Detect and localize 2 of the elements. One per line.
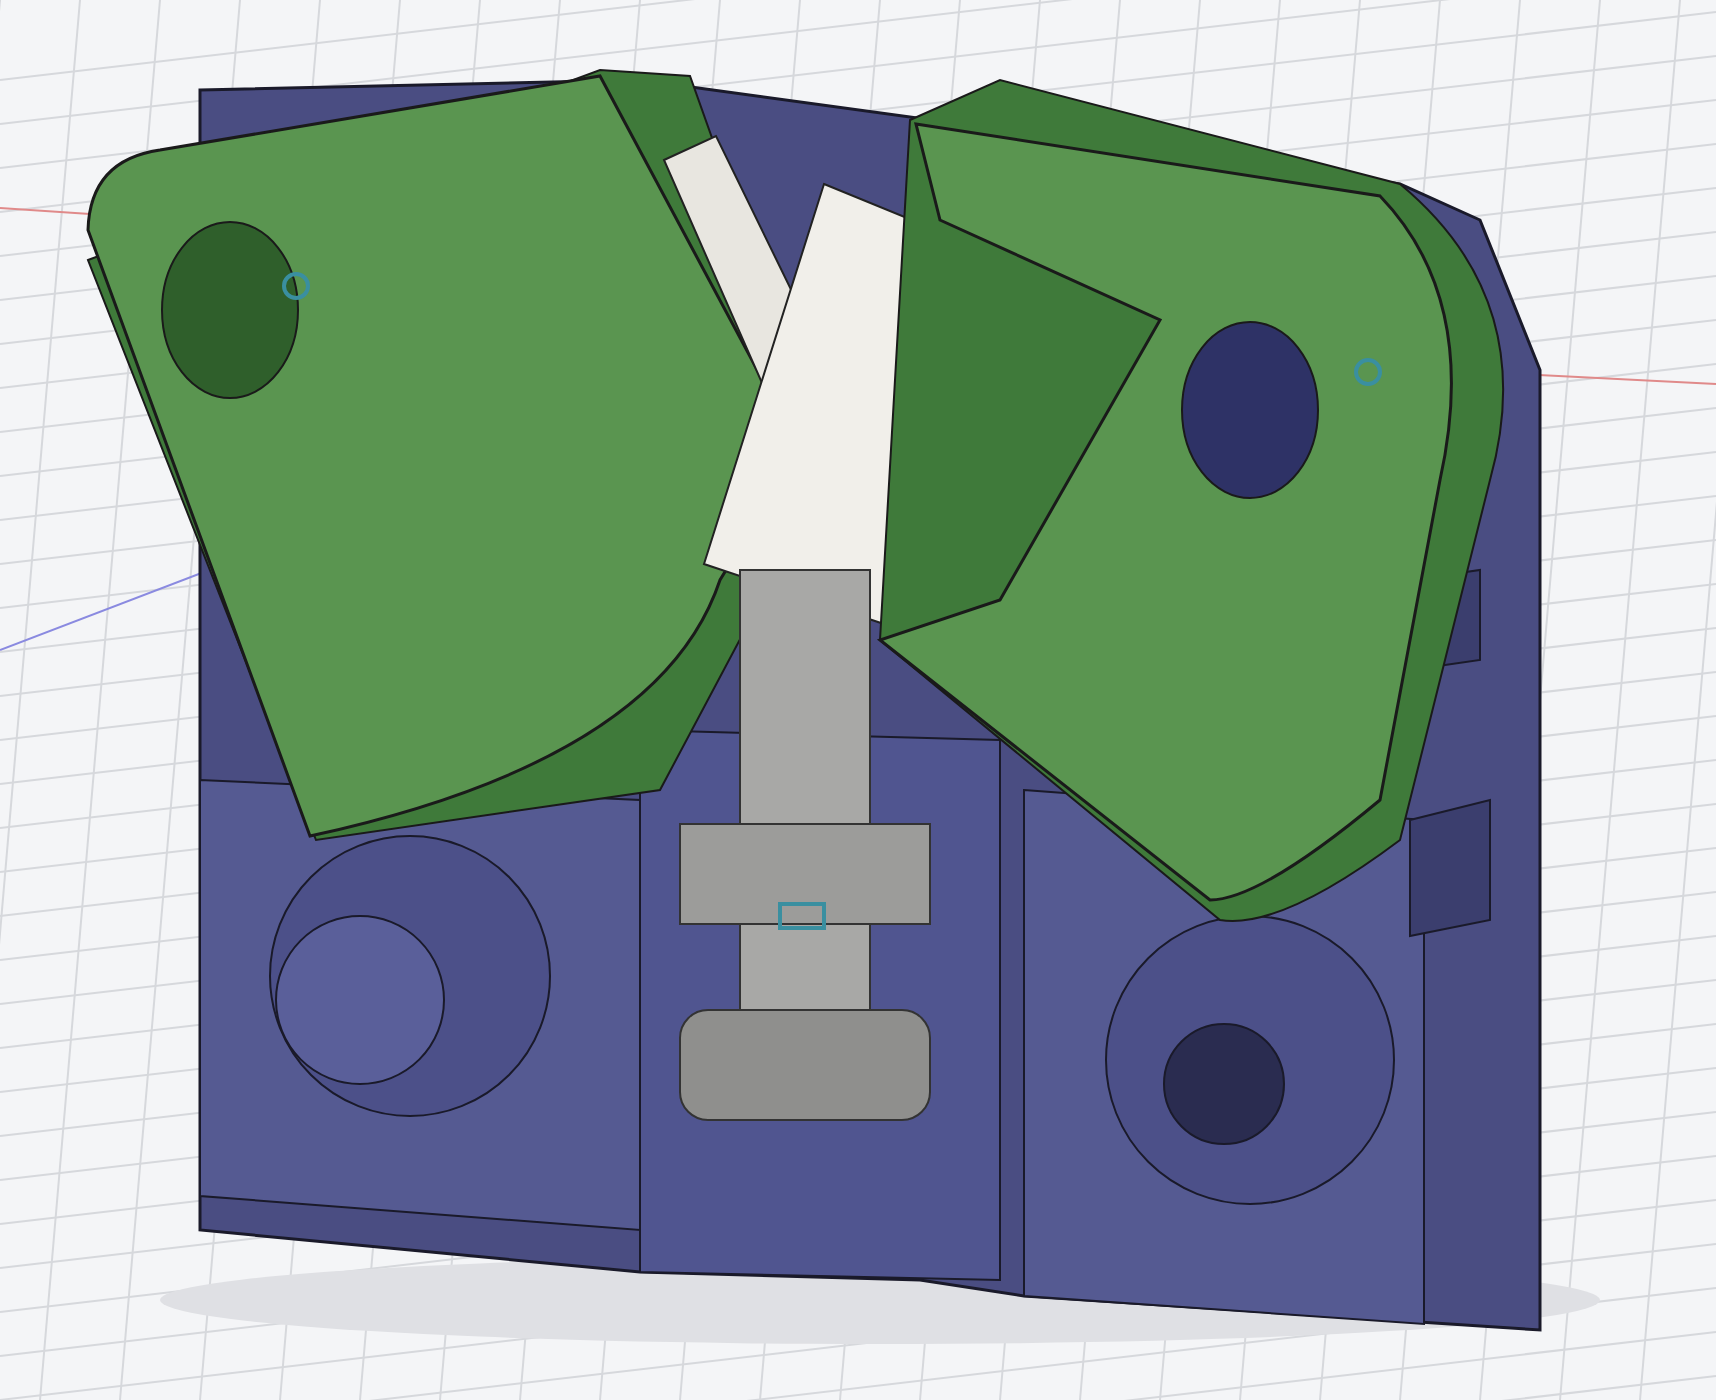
cad-viewport[interactable] (0, 0, 1716, 1400)
cad-model-drawing[interactable] (86, 69, 1600, 1344)
